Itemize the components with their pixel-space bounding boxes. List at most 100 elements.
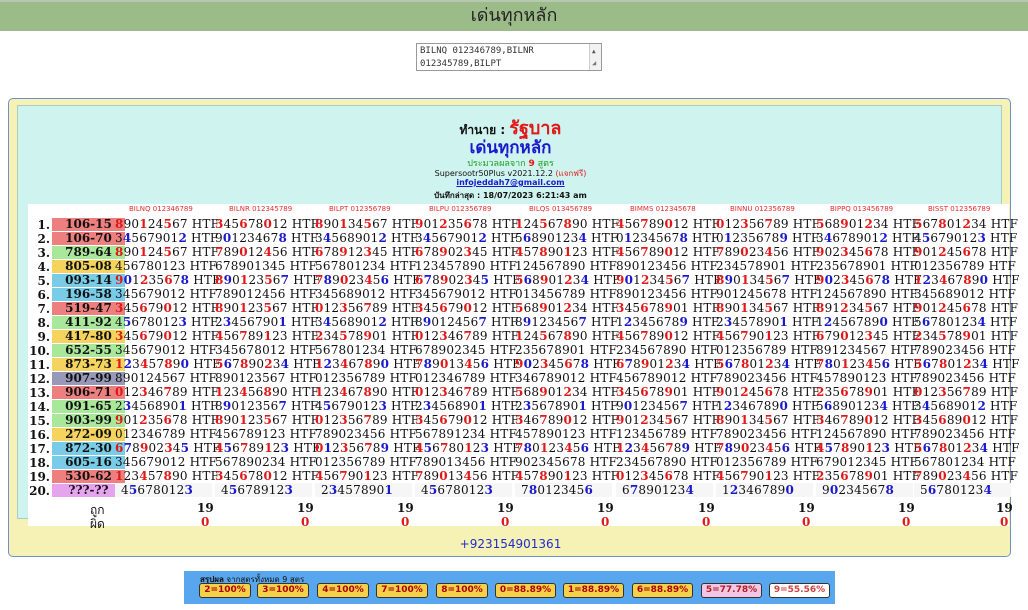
wrong-count: 0	[802, 515, 811, 529]
table-cell: 891234567 HTF	[515, 315, 619, 329]
table-cell: 124567890 HTF	[816, 315, 920, 329]
table-cell: 012356789 HTF	[914, 259, 1017, 273]
table-cell: 789023456 HTF	[716, 427, 819, 441]
table-cell: 012345678 HTF	[616, 231, 720, 245]
table-cell: 456789012 HTF	[616, 217, 721, 231]
table-cell: 901245678 HTF	[716, 287, 819, 301]
table-cell: 568901234 HTF	[515, 273, 621, 287]
table-cell: 345679012 HTF	[415, 231, 519, 245]
summary-badge: 0=88.89%	[495, 583, 556, 598]
table-cell: 567890234 HTF	[215, 357, 321, 371]
table-cell: 123457890 HTF	[115, 469, 220, 483]
wrong-count: 0	[1000, 515, 1009, 529]
table-cell: 789023456 HTF	[315, 273, 421, 287]
row-index: 19.	[29, 470, 50, 484]
table-cell: 012356789 HTF	[315, 371, 418, 385]
table-cell: 901245678 HTF	[716, 385, 821, 399]
table-cell: 012356789 HTF	[716, 231, 820, 245]
table-cell: 345679012 HTF	[115, 455, 218, 469]
table-cell: 568901234 HTF	[816, 217, 921, 231]
table-cell: 234578901	[315, 483, 412, 497]
table-cell: 902345678 HTF	[515, 357, 621, 371]
summary-badge: 6=88.89%	[632, 583, 693, 598]
textarea-line-2: 012345789,BILPT	[420, 59, 502, 69]
table-cell: 345679012 HTF	[115, 287, 218, 301]
table-cell: 789023456 HTF	[914, 371, 1017, 385]
table-cell: 901234567 HTF	[616, 273, 722, 287]
row-index: 12.	[29, 372, 50, 386]
summary-bar: สรุปผล จากสูตรทั้งหมด 9 สูตร 2=100% 3=100…	[184, 571, 835, 604]
table-cell: 012356789 HTF	[315, 413, 420, 427]
table-cell: 456790123 HTF	[716, 329, 821, 343]
table-cell: 456790123 HTF	[716, 469, 821, 483]
table-cell: 890134567 HTF	[716, 301, 821, 315]
wrong-count: 0	[601, 515, 610, 529]
page-title: เด่นทุกหลัก	[470, 5, 558, 26]
table-cell: 124567890 HTF	[515, 329, 620, 343]
table-cell: 124567890 HTF	[515, 259, 618, 273]
table-cell: 789013456 HTF	[415, 357, 521, 371]
email-link[interactable]: infojeddah7@gmail.com	[456, 178, 564, 187]
table-cell: 567801234 HTF	[315, 343, 418, 357]
correct-count: 19	[197, 501, 214, 515]
table-cell: 890123456 HTF	[616, 259, 719, 273]
row-index: 13.	[29, 386, 50, 400]
table-cell: 789023456 HTF	[914, 469, 1019, 483]
table-cell: 678902345 HTF	[115, 441, 221, 455]
table-cell: 890124567 HTF	[115, 371, 218, 385]
table-cell: 901234678 HTF	[215, 231, 319, 245]
table-cell: 567801234	[914, 483, 1011, 497]
table-cell: 679012345 HTF	[816, 329, 921, 343]
table-cell: 890123567 HTF	[215, 371, 318, 385]
table-cell: 235678901 HTF	[515, 399, 619, 413]
wrong-count: 0	[501, 515, 510, 529]
correct-count: 19	[297, 501, 314, 515]
row-index: 1.	[37, 218, 50, 232]
table-cell: 012346789 HTF	[415, 385, 520, 399]
row-index: 7.	[37, 302, 50, 316]
table-cell: 890124567 HTF	[115, 217, 220, 231]
table-cell: 345678012 HTF	[215, 217, 320, 231]
table-cell: 902345678 HTF	[816, 245, 921, 259]
textarea-scrollbar[interactable]	[589, 44, 601, 70]
table-cell: 123467890 HTF	[716, 399, 820, 413]
table-cell: 235678901 HTF	[816, 469, 921, 483]
table-cell: 123457890 HTF	[415, 259, 518, 273]
formula-header: BINNU 012356789	[730, 205, 795, 213]
table-cell: 456780123 HTF	[115, 259, 218, 273]
wrong-label: ผิด	[90, 517, 105, 531]
wrong-count: 0	[902, 515, 911, 529]
table-cell: 567801234 HTF	[914, 441, 1020, 455]
table-cell: 901234567 HTF	[616, 413, 721, 427]
table-cell: 890123456 HTF	[616, 287, 719, 301]
table-cell: 012345678 HTF	[616, 469, 721, 483]
table-cell: 456780123 HTF	[415, 441, 521, 455]
table-cell: 345679012 HTF	[115, 329, 220, 343]
wrong-count: 0	[201, 515, 210, 529]
correct-count: 19	[996, 501, 1013, 515]
table-cell: 123467890 HTF	[315, 357, 421, 371]
row-index: 8.	[37, 316, 50, 330]
table-cell: 901235678 HTF	[115, 413, 220, 427]
table-cell: 457890123 HTF	[515, 245, 620, 259]
table-cell: 234567901 HTF	[215, 315, 319, 329]
table-cell: 678901345 HTF	[215, 259, 318, 273]
row-index: 3.	[37, 246, 50, 260]
table-cell: 789023456 HTF	[716, 245, 821, 259]
table-cell: 345689012 HTF	[914, 287, 1017, 301]
table-cell: 567891234 HTF	[415, 427, 518, 441]
table-cell: 902345678 HTF	[816, 273, 922, 287]
table-cell: 789023456 HTF	[716, 441, 822, 455]
table-cell: 345678012 HTF	[215, 343, 318, 357]
table-cell: 789013456 HTF	[415, 455, 518, 469]
wrong-count: 0	[401, 515, 410, 529]
table-cell: 780123456 HTF	[515, 441, 621, 455]
formula-textarea[interactable]: BILNQ 012346789,BILNR 012345789,BILPT	[416, 43, 602, 71]
formula-header: BILQS 013456789	[529, 205, 593, 213]
table-cell: 124567890 HTF	[816, 287, 919, 301]
table-cell: 891234567 HTF	[816, 301, 921, 315]
table-cell: 789023456 HTF	[914, 343, 1017, 357]
table-cell: 568901234 HTF	[515, 385, 620, 399]
table-cell: 124567890 HTF	[816, 427, 919, 441]
table-cell: 234578901 HTF	[716, 315, 820, 329]
